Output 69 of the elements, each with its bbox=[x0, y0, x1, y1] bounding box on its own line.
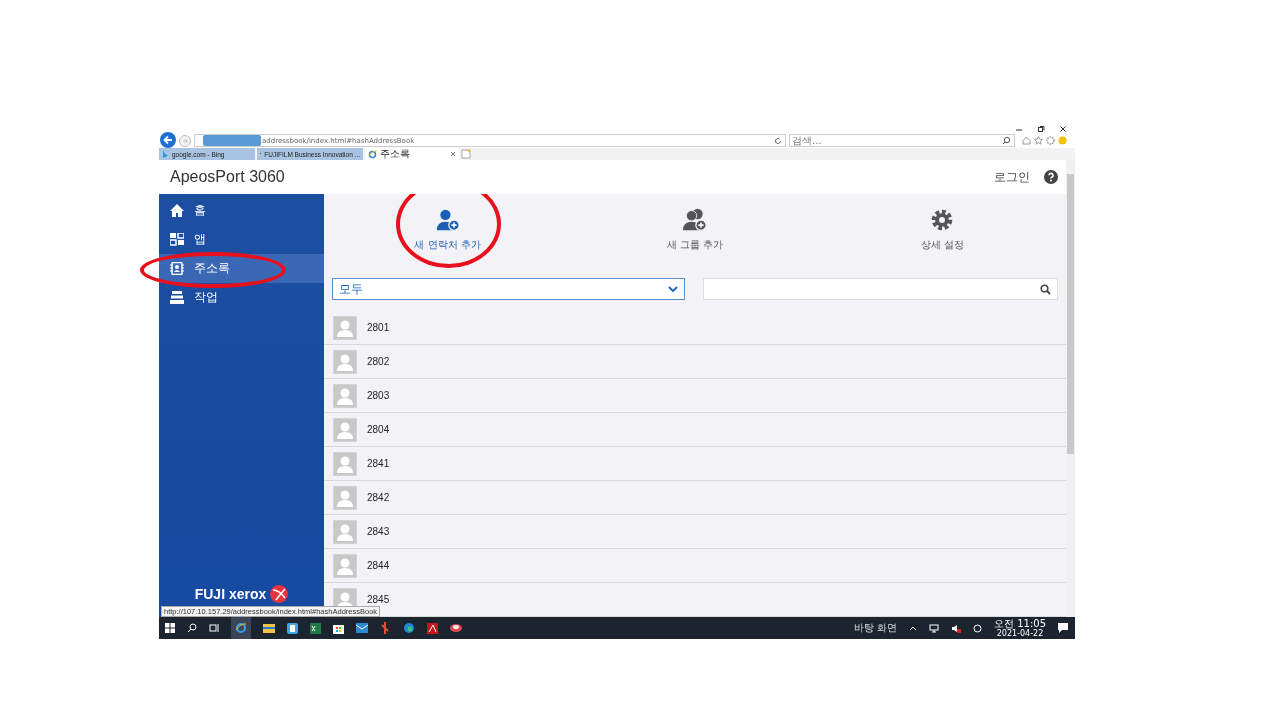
avatar-icon bbox=[333, 417, 357, 442]
contact-row[interactable]: 2802 bbox=[324, 345, 1066, 379]
clock-date[interactable]: 2021-04-22 bbox=[996, 628, 1044, 639]
pdf-icon[interactable] bbox=[427, 622, 438, 634]
search-field[interactable] bbox=[703, 278, 1058, 300]
sidebar-item[interactable]: 홈 bbox=[159, 196, 324, 225]
redaction-bar bbox=[203, 135, 261, 146]
contact-row[interactable]: 2804 bbox=[324, 413, 1066, 447]
app-title: ApeosPort 3060 bbox=[170, 168, 286, 186]
search-icon[interactable] bbox=[187, 623, 197, 633]
app-icon[interactable] bbox=[287, 622, 298, 634]
avatar-icon bbox=[333, 519, 357, 544]
close-icon[interactable] bbox=[1059, 126, 1067, 132]
grid-icon bbox=[170, 233, 184, 246]
contact-row[interactable]: 2844 bbox=[324, 549, 1066, 583]
sphere-icon bbox=[270, 585, 289, 603]
browser-icon bbox=[368, 149, 377, 159]
stack-icon bbox=[170, 291, 184, 304]
store-icon[interactable] bbox=[333, 622, 344, 634]
browser-icon[interactable] bbox=[235, 622, 247, 634]
network-icon[interactable] bbox=[929, 623, 939, 633]
browser-tab[interactable]: 주소록 bbox=[365, 148, 459, 160]
brand-logo: FUJI xerox bbox=[194, 586, 267, 602]
desktop-label[interactable]: 바탕 화면 bbox=[853, 621, 897, 635]
contact-row[interactable]: 2803 bbox=[324, 379, 1066, 413]
contact-row[interactable]: 2801 bbox=[324, 311, 1066, 345]
avatar-icon bbox=[333, 485, 357, 510]
app-icon[interactable] bbox=[450, 623, 462, 633]
avatar-icon bbox=[333, 451, 357, 476]
sidebar-item[interactable]: 작업 bbox=[159, 283, 324, 312]
sidebar-item[interactable]: 주소록 bbox=[159, 254, 324, 283]
notification-icon[interactable] bbox=[1058, 622, 1069, 634]
windows-icon[interactable] bbox=[165, 623, 175, 633]
avatar-icon bbox=[333, 553, 357, 578]
home-icon bbox=[170, 204, 184, 217]
chevron-up-icon[interactable] bbox=[909, 625, 917, 631]
bing-icon bbox=[162, 149, 169, 159]
spreadsheet-icon[interactable] bbox=[310, 622, 321, 634]
avatar-icon bbox=[333, 383, 357, 408]
folder-icon[interactable] bbox=[263, 623, 275, 633]
contact-row[interactable]: 2843 bbox=[324, 515, 1066, 549]
scrollbar[interactable] bbox=[1066, 160, 1075, 617]
star-icon[interactable] bbox=[1034, 136, 1043, 145]
speaker-icon[interactable] bbox=[951, 623, 961, 633]
address-book-icon bbox=[170, 262, 184, 275]
restore-icon[interactable] bbox=[1037, 126, 1045, 132]
edge-icon[interactable] bbox=[403, 622, 415, 634]
clock-time[interactable]: 오전 11:05 bbox=[994, 617, 1046, 629]
refresh-icon[interactable] bbox=[774, 136, 782, 145]
minimize-icon[interactable] bbox=[1015, 126, 1023, 132]
search-icon bbox=[1040, 283, 1051, 295]
action-button[interactable]: 새 연락처 추가 bbox=[414, 208, 481, 252]
action-button[interactable]: 새 그룹 추가 bbox=[666, 208, 724, 252]
search-field[interactable]: 검색... bbox=[789, 134, 1015, 147]
help-icon[interactable] bbox=[1044, 170, 1058, 184]
action-button[interactable]: 상세 설정 bbox=[920, 208, 964, 252]
avatar-icon bbox=[333, 349, 357, 374]
task-view-icon[interactable] bbox=[209, 623, 219, 633]
add-group-icon bbox=[681, 208, 709, 232]
search-icon bbox=[1002, 136, 1011, 145]
avatar-icon bbox=[333, 315, 357, 340]
filter-dropdown[interactable]: 모두 bbox=[332, 278, 685, 300]
contact-row[interactable]: 2842 bbox=[324, 481, 1066, 515]
mail-icon[interactable] bbox=[356, 623, 368, 633]
contact-row[interactable]: 2841 bbox=[324, 447, 1066, 481]
chevron-down-icon bbox=[668, 286, 678, 292]
back-icon[interactable] bbox=[160, 131, 176, 148]
login-link[interactable]: 로그인 bbox=[994, 168, 1030, 186]
sidebar-item[interactable]: 앱 bbox=[159, 225, 324, 254]
